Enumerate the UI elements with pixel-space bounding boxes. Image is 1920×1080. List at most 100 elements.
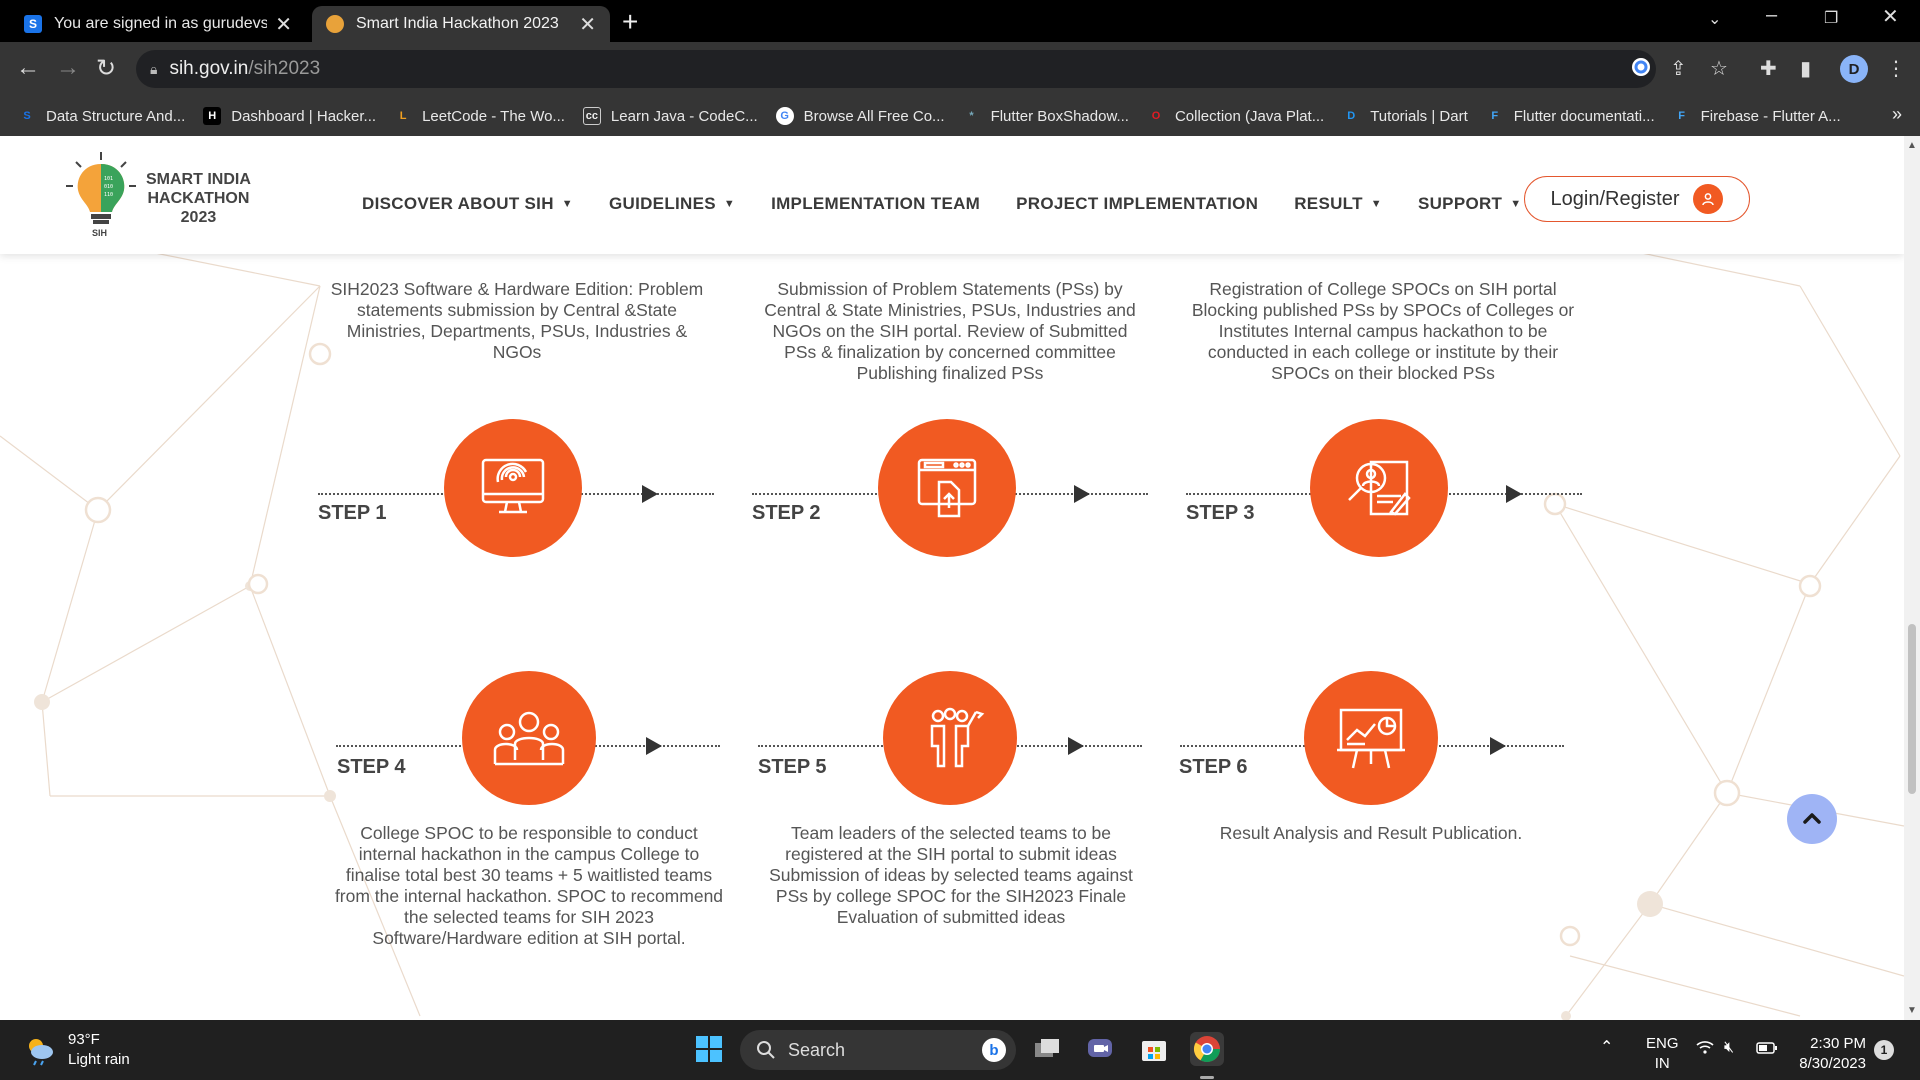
- bookmark-item[interactable]: H Dashboard | Hacker...: [203, 107, 376, 125]
- bookmark-favicon: H: [203, 107, 222, 125]
- minimize-icon[interactable]: –: [1766, 4, 1777, 27]
- nav-guidelines[interactable]: GUIDELINES ▼: [609, 194, 735, 214]
- browser-toolbar: ← → ↻ 🔒︎ sih.gov.in/sih2023 ⇪ ☆ ✚ ▮ D ⋮: [0, 42, 1920, 96]
- page-scrollbar[interactable]: ▲ ▼: [1904, 136, 1920, 1020]
- sih-logo[interactable]: 101 010 110 SIH SMART INDIA HACKATHON 2023: [62, 150, 252, 240]
- logo-line: HACKATHON: [147, 190, 250, 207]
- windows-start-icon[interactable]: [692, 1032, 726, 1066]
- scroll-down-arrow-icon[interactable]: ▼: [1907, 1005, 1917, 1016]
- login-register-button[interactable]: Login/Register: [1524, 176, 1750, 222]
- bookmark-item[interactable]: F Flutter documentati...: [1486, 107, 1654, 125]
- menu-kebab-icon[interactable]: ⋮: [1886, 56, 1906, 81]
- bookmark-item[interactable]: D Tutorials | Dart: [1342, 107, 1468, 125]
- close-window-icon[interactable]: ✕: [1882, 4, 1899, 29]
- nav-label: GUIDELINES: [608, 194, 716, 213]
- tab-favicon: S: [24, 15, 42, 33]
- bookmark-label: Collection (Java Plat...: [1174, 107, 1325, 125]
- bing-icon[interactable]: b: [982, 1038, 1006, 1062]
- close-tab-icon[interactable]: ✕: [275, 12, 292, 37]
- chevron-up-icon[interactable]: ⌃: [1600, 1038, 1613, 1058]
- logo-line: 2023: [180, 209, 217, 226]
- bookmark-favicon: cc: [582, 107, 601, 125]
- login-label: Login/Register: [1550, 187, 1680, 210]
- address-bar[interactable]: 🔒︎ sih.gov.in/sih2023: [136, 50, 1656, 88]
- step-2-label: STEP 2: [752, 502, 821, 524]
- step-3-label: STEP 3: [1186, 502, 1255, 524]
- step-2-arrow-icon: [1074, 485, 1090, 503]
- nav-implementation-team[interactable]: IMPLEMENTATION TEAM: [771, 194, 980, 214]
- language-indicator[interactable]: ENG IN: [1646, 1034, 1679, 1074]
- svg-text:010: 010: [104, 184, 113, 190]
- profile-avatar[interactable]: D: [1840, 55, 1868, 83]
- bookmark-item[interactable]: S Data Structure And...: [18, 107, 185, 125]
- chrome-taskbar-icon[interactable]: [1190, 1032, 1224, 1066]
- google-lens-icon[interactable]: [1630, 56, 1652, 84]
- bookmark-label: Browse All Free Co...: [803, 107, 945, 125]
- microsoft-store-icon[interactable]: [1137, 1032, 1171, 1066]
- clock-time: 2:30 PM: [1810, 1035, 1866, 1052]
- task-view-icon[interactable]: [1030, 1032, 1064, 1066]
- lock-icon[interactable]: 🔒︎: [150, 61, 157, 78]
- taskbar-search[interactable]: Search b: [740, 1030, 1016, 1070]
- lang-line: ENG: [1646, 1035, 1679, 1052]
- tab-search-icon[interactable]: ⌄: [1708, 9, 1721, 29]
- new-tab-button[interactable]: +: [622, 6, 638, 38]
- nav-label: IMPLEMENTATION TEAM: [771, 194, 981, 213]
- step-5-arrow-icon: [1068, 737, 1084, 755]
- caret-down-icon: ▼: [1370, 198, 1382, 210]
- nav-discover-about-sih[interactable]: DISCOVER ABOUT SIH ▼: [362, 194, 573, 214]
- notification-badge[interactable]: 1: [1874, 1040, 1894, 1060]
- step-1-arrow-icon: [642, 485, 658, 503]
- bookmark-item[interactable]: cc Learn Java - CodeC...: [582, 107, 758, 125]
- extensions-icon[interactable]: ✚: [1760, 56, 1777, 81]
- scroll-up-arrow-icon[interactable]: ▲: [1907, 140, 1917, 151]
- step-1-circle: [444, 419, 582, 557]
- scroll-to-top-button[interactable]: [1787, 794, 1837, 844]
- user-icon: [1693, 184, 1724, 214]
- windows-taskbar: 93°F Light rain Search b ⌃ ENG IN 🔇︎ 2:3…: [0, 1020, 1920, 1080]
- analytics-board-icon: [1337, 708, 1405, 769]
- nav-project-implementation[interactable]: PROJECT IMPLEMENTATION: [1016, 194, 1258, 214]
- wifi-icon[interactable]: [1696, 1040, 1714, 1060]
- reload-icon[interactable]: ↻: [96, 54, 116, 83]
- bookmark-favicon: L: [399, 110, 407, 122]
- active-app-indicator: [1200, 1076, 1214, 1079]
- browser-tab-2[interactable]: Smart India Hackathon 2023 ✕: [312, 6, 610, 42]
- forward-icon[interactable]: →: [56, 54, 80, 82]
- side-panel-icon[interactable]: ▮: [1800, 56, 1811, 81]
- bookmark-item[interactable]: F Firebase - Flutter A...: [1673, 107, 1840, 125]
- back-icon[interactable]: ←: [16, 54, 40, 82]
- clock[interactable]: 2:30 PM 8/30/2023: [1796, 1034, 1866, 1074]
- upload-document-icon: [917, 458, 977, 518]
- teams-chat-icon[interactable]: [1083, 1032, 1117, 1066]
- close-tab-icon[interactable]: ✕: [579, 12, 596, 37]
- restore-icon[interactable]: ❐: [1824, 8, 1838, 28]
- scroll-thumb[interactable]: [1908, 624, 1916, 794]
- step-6-circle: [1304, 671, 1438, 805]
- battery-icon[interactable]: [1756, 1040, 1778, 1060]
- logo-line: SMART INDIA: [146, 171, 251, 188]
- bookmarks-overflow-button[interactable]: »: [1892, 104, 1902, 125]
- step-6-arrow-icon: [1490, 737, 1506, 755]
- tab-favicon-bulb: [326, 15, 344, 33]
- bookmark-star-icon[interactable]: ☆: [1710, 56, 1728, 81]
- step-1-label: STEP 1: [318, 502, 387, 524]
- bookmark-item[interactable]: L LeetCode - The Wo...: [394, 107, 565, 125]
- search-profile-icon: [1348, 460, 1411, 516]
- svg-text:101: 101: [104, 176, 113, 182]
- browser-tab-1[interactable]: S You are signed in as gurudevsingh ✕: [10, 6, 306, 42]
- step-4-circle: [462, 671, 596, 805]
- nav-support[interactable]: SUPPORT ▼: [1418, 194, 1521, 214]
- nav-result[interactable]: RESULT ▼: [1294, 194, 1382, 214]
- bookmark-item[interactable]: * Flutter BoxShadow...: [963, 107, 1129, 125]
- bookmark-label: LeetCode - The Wo...: [422, 107, 565, 125]
- bookmark-favicon: D: [1347, 110, 1356, 122]
- step-4-description: College SPOC to be responsible to conduc…: [334, 823, 724, 948]
- speaker-muted-icon[interactable]: 🔇︎: [1724, 1038, 1734, 1058]
- share-icon[interactable]: ⇪: [1670, 56, 1687, 81]
- bookmark-favicon: O: [1151, 110, 1161, 122]
- bookmark-item[interactable]: G Browse All Free Co...: [775, 107, 945, 125]
- bookmark-item[interactable]: O Collection (Java Plat...: [1147, 107, 1325, 125]
- main-nav: DISCOVER ABOUT SIH ▼ GUIDELINES ▼ IMPLEMEN…: [362, 194, 1557, 214]
- weather-widget[interactable]: 93°F Light rain: [24, 1030, 130, 1070]
